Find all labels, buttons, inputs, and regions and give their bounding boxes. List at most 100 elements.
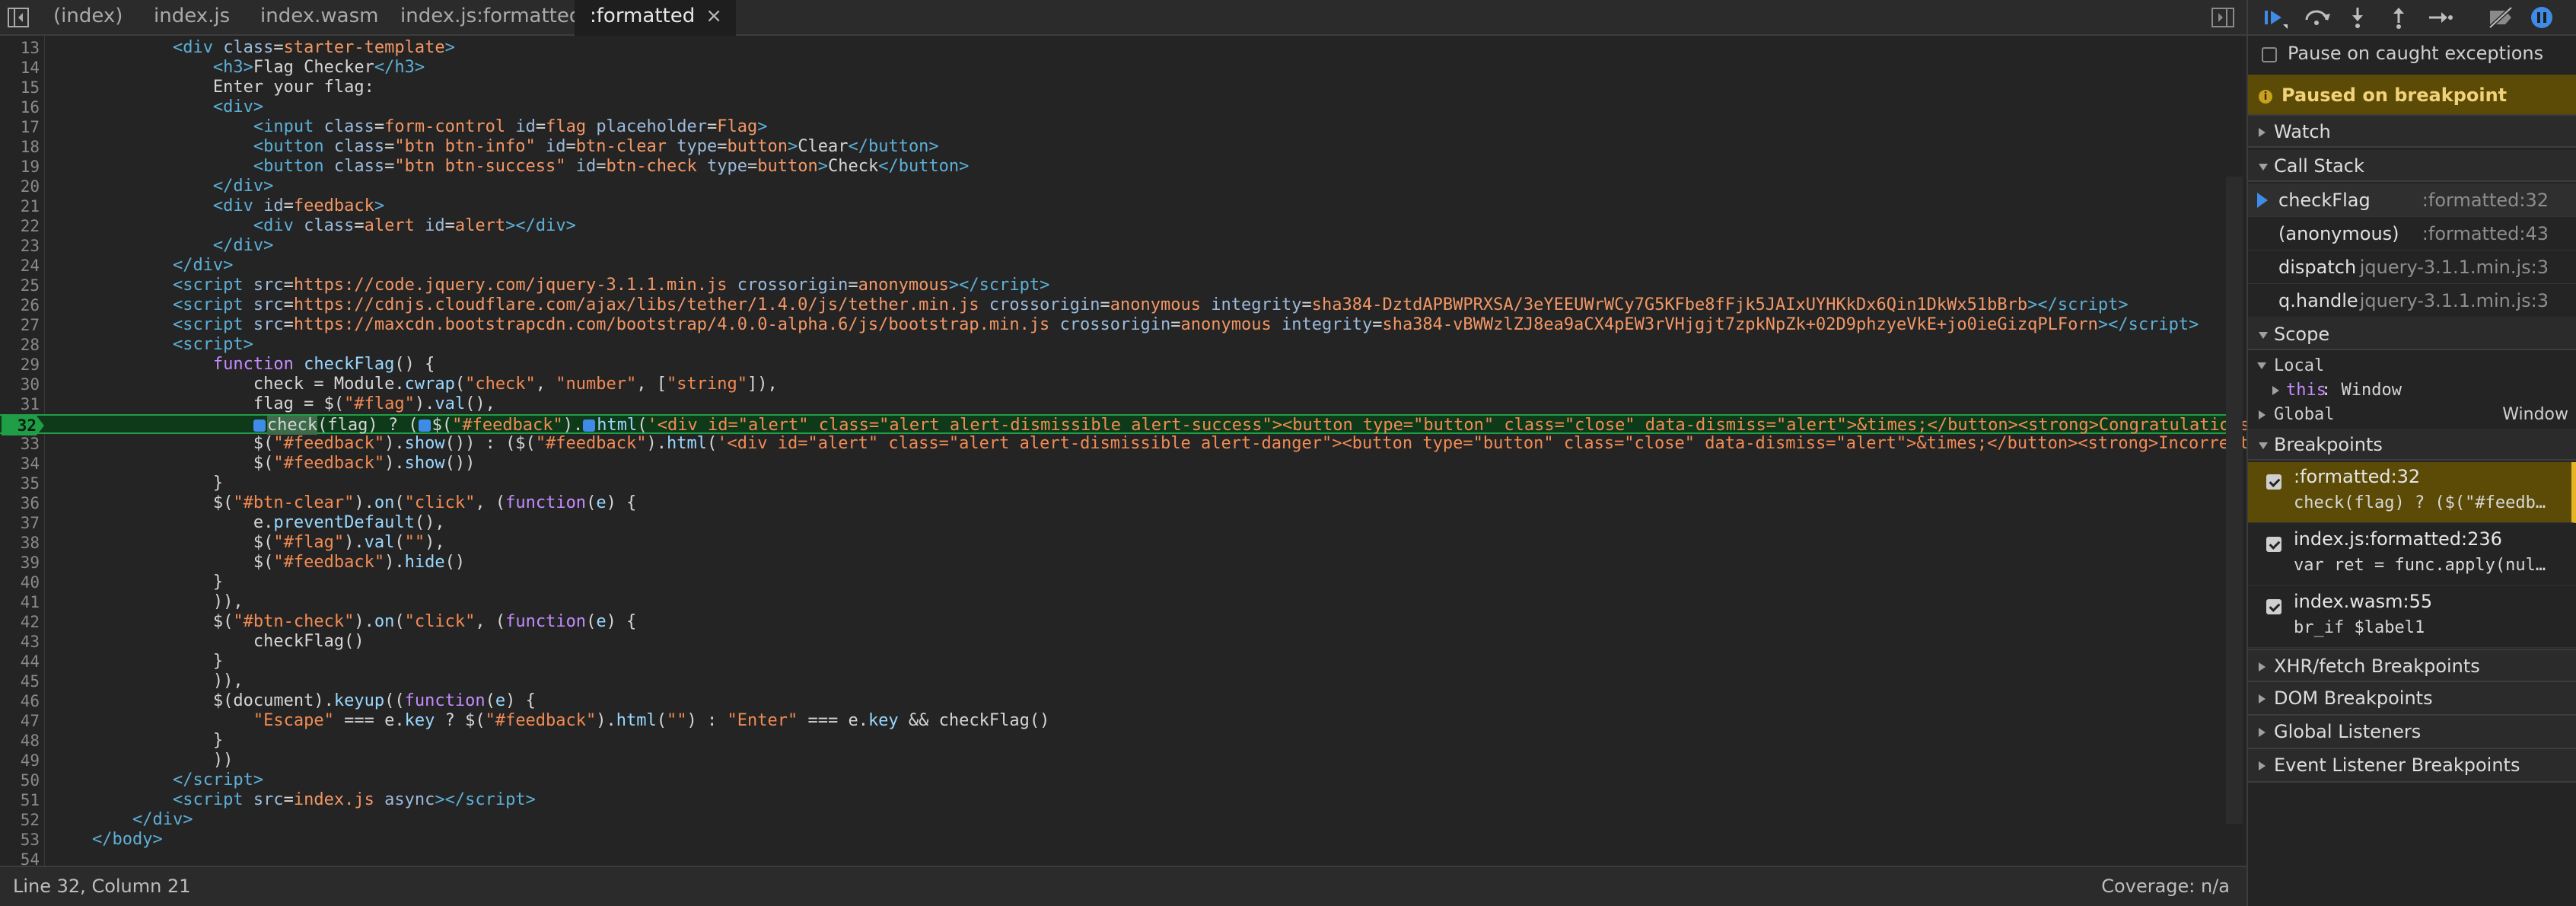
line-number[interactable]: 20 [0, 177, 40, 196]
code-line[interactable]: 23 </div> [0, 236, 2226, 256]
line-number[interactable]: 32 [2, 416, 44, 435]
code-text[interactable]: check = Module.cwrap("check", "number", … [52, 375, 778, 394]
code-line[interactable]: 30 check = Module.cwrap("check", "number… [0, 375, 2226, 394]
tab-close-icon[interactable]: × [705, 5, 722, 27]
code-line[interactable]: 13 <div class=starter-template> [0, 38, 2226, 58]
code-text[interactable]: <script> [52, 335, 253, 355]
section-global-listeners[interactable]: Global Listeners [2248, 716, 2576, 749]
code-line[interactable]: 14 <h3>Flag Checker</h3> [0, 58, 2226, 78]
code-text[interactable]: Enter your flag: [52, 78, 374, 97]
tab-index[interactable]: (index) [43, 0, 133, 36]
code-line[interactable]: 46 $(document).keyup((function(e) { [0, 691, 2226, 711]
code-text[interactable]: check(flag) ? ($("#feedback"). html('<div… [52, 416, 2246, 435]
code-text[interactable]: <button class="btn btn-success" id=btn-c… [52, 157, 970, 177]
step-into-icon[interactable] [2342, 5, 2373, 30]
code-line[interactable]: 15 Enter your flag: [0, 78, 2226, 97]
code-text[interactable]: </div> [52, 810, 193, 830]
line-number[interactable]: 25 [0, 276, 40, 295]
code-text[interactable]: </body> [52, 830, 163, 850]
code-line[interactable]: 37 e.preventDefault(), [0, 513, 2226, 533]
code-line[interactable]: 26 <script src=https://cdnjs.cloudflare.… [0, 295, 2226, 315]
line-number[interactable]: 14 [0, 58, 40, 78]
inline-breakpoint-marker-icon[interactable] [583, 420, 596, 432]
line-number[interactable]: 43 [0, 632, 40, 652]
line-number[interactable]: 15 [0, 78, 40, 97]
line-number[interactable]: 54 [0, 850, 40, 866]
code-line[interactable]: 20 </div> [0, 177, 2226, 196]
code-text[interactable]: $("#feedback").hide() [52, 553, 465, 573]
code-text[interactable]: <script src=https://maxcdn.bootstrapcdn.… [52, 315, 2199, 335]
code-line[interactable]: 42 $("#btn-check").on("click", (function… [0, 612, 2226, 632]
line-number[interactable]: 48 [0, 731, 40, 751]
code-line[interactable]: 38 $("#flag").val(""), [0, 533, 2226, 553]
code-line[interactable]: 17 <input class=form-control id=flag pla… [0, 117, 2226, 137]
scope-global[interactable]: Global Window [2248, 403, 2576, 427]
breakpoint-item[interactable]: index.wasm:55 br_if $label1 [2248, 587, 2576, 648]
line-number[interactable]: 42 [0, 612, 40, 632]
deactivate-breakpoints-icon[interactable] [2485, 5, 2516, 30]
code-line[interactable]: 22 <div class=alert id=alert></div> [0, 216, 2226, 236]
code-text[interactable]: </div> [52, 236, 273, 256]
call-frame-check-flag[interactable]: checkFlag :formatted:32 [2248, 183, 2576, 217]
code-line[interactable]: 39 $("#feedback").hide() [0, 553, 2226, 573]
pause-on-exceptions-icon[interactable] [2527, 5, 2557, 30]
section-dom-breakpoints[interactable]: DOM Breakpoints [2248, 682, 2576, 716]
line-number[interactable]: 51 [0, 790, 40, 810]
code-line[interactable]: 48 } [0, 731, 2226, 751]
code-text[interactable]: checkFlag() [52, 632, 365, 652]
code-text[interactable]: $("#feedback").show()) [52, 454, 475, 474]
section-event-listener-breakpoints[interactable]: Event Listener Breakpoints [2248, 749, 2576, 783]
code-text[interactable]: <div id=feedback> [52, 196, 384, 216]
line-number[interactable]: 27 [0, 315, 40, 335]
inline-breakpoint-marker-icon[interactable] [418, 420, 431, 432]
code-line[interactable]: 53 </body> [0, 830, 2226, 850]
resume-icon[interactable] [2260, 5, 2291, 30]
code-line[interactable]: 35 } [0, 474, 2226, 493]
code-line[interactable]: 27 <script src=https://maxcdn.bootstrapc… [0, 315, 2226, 335]
code-editor[interactable]: 13 <div class=starter-template> 14 <h3>Fl… [0, 36, 2246, 866]
line-number[interactable]: 31 [0, 394, 40, 414]
section-call-stack[interactable]: Call Stack [2248, 150, 2576, 182]
section-breakpoints[interactable]: Breakpoints [2248, 429, 2576, 461]
code-line[interactable]: 24 </div> [0, 256, 2226, 276]
line-number[interactable]: 35 [0, 474, 40, 493]
code-text[interactable]: <div class=alert id=alert></div> [52, 216, 576, 236]
line-number[interactable]: 16 [0, 97, 40, 117]
code-text[interactable]: $("#flag").val(""), [52, 533, 445, 553]
code-line[interactable]: 50 </script> [0, 770, 2226, 790]
code-line[interactable]: 45 )), [0, 672, 2226, 691]
code-text[interactable]: } [52, 573, 223, 592]
line-number[interactable]: 30 [0, 375, 40, 394]
line-number[interactable]: 45 [0, 672, 40, 691]
code-line[interactable]: 19 <button class="btn btn-success" id=bt… [0, 157, 2226, 177]
line-number[interactable]: 52 [0, 810, 40, 830]
code-text[interactable]: $("#btn-clear").on("click", (function(e)… [52, 493, 636, 513]
code-line[interactable]: 34 $("#feedback").show()) [0, 454, 2226, 474]
line-number[interactable]: 29 [0, 355, 40, 375]
code-line[interactable]: 54 [0, 850, 2226, 866]
breakpoint-checkbox[interactable] [2266, 599, 2281, 614]
breakpoint-checkbox[interactable] [2266, 537, 2281, 552]
tab-formatted[interactable]: :formatted × [575, 0, 736, 36]
code-text[interactable]: )), [52, 592, 244, 612]
breakpoint-checkbox[interactable] [2266, 474, 2281, 490]
code-line[interactable]: 41 )), [0, 592, 2226, 612]
code-text[interactable]: <div> [52, 97, 263, 117]
line-number[interactable]: 22 [0, 216, 40, 236]
section-xhr-breakpoints[interactable]: XHR/fetch Breakpoints [2248, 649, 2576, 682]
line-number[interactable]: 44 [0, 652, 40, 672]
pause-on-caught-checkbox[interactable] [2262, 47, 2277, 62]
call-frame-q-handle[interactable]: q.handle jquery-3.1.1.min.js:3 [2248, 284, 2576, 317]
code-text[interactable]: flag = $("#flag").val(), [52, 394, 495, 414]
code-text[interactable]: <input class=form-control id=flag placeh… [52, 117, 768, 137]
code-text[interactable]: <button class="btn btn-info" id=btn-clea… [52, 137, 939, 157]
code-line[interactable]: 16 <div> [0, 97, 2226, 117]
code-text[interactable]: <div class=starter-template> [52, 38, 455, 58]
toggle-navigator-icon[interactable] [8, 8, 29, 27]
code-text[interactable]: </div> [52, 177, 273, 196]
line-number[interactable]: 41 [0, 592, 40, 612]
code-text[interactable]: <h3>Flag Checker</h3> [52, 58, 425, 78]
tab-index-js[interactable]: index.js [143, 0, 240, 36]
code-line-breakpoint[interactable]: 32 check(flag) ? ($("#feedback"). html('<… [0, 414, 2246, 435]
tab-index-wasm[interactable]: index.wasm [250, 0, 389, 36]
